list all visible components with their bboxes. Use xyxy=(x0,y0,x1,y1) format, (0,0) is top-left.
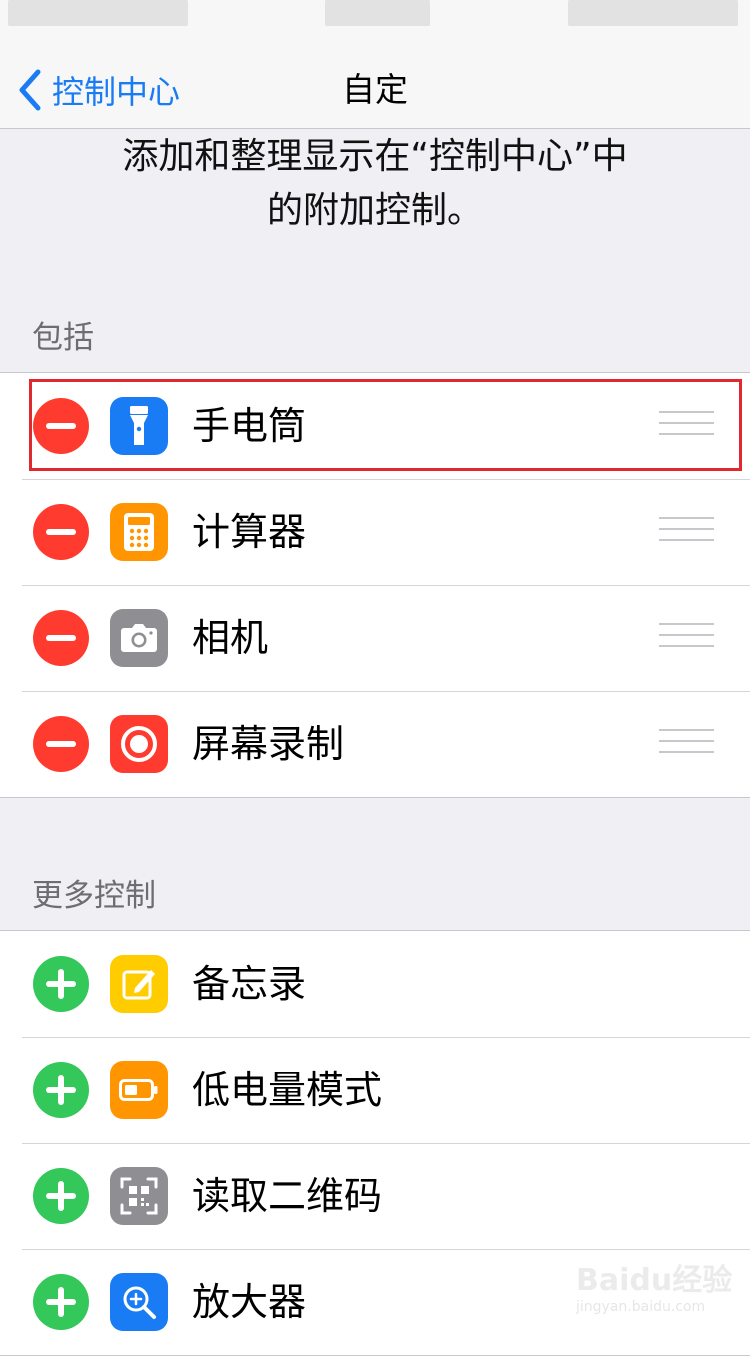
watermark-logo: Baidu经验 xyxy=(576,1263,733,1298)
baidu-watermark: Baidu经验 jingyan.baidu.com xyxy=(576,1255,736,1325)
minus-icon xyxy=(46,529,76,535)
status-bar-blurred-left xyxy=(8,0,188,26)
reorder-handle[interactable] xyxy=(659,623,714,653)
list-item-label: 低电量模式 xyxy=(192,1068,383,1112)
remove-camera-button[interactable] xyxy=(33,610,89,666)
add-notes-button[interactable] xyxy=(33,956,89,1012)
reorder-handle[interactable] xyxy=(659,411,714,441)
list-item-low-power-mode: 低电量模式 xyxy=(0,1037,750,1143)
list-item-qr-code: 读取二维码 xyxy=(0,1143,750,1249)
add-magnifier-button[interactable] xyxy=(33,1274,89,1330)
reorder-handle[interactable] xyxy=(659,729,714,759)
description: 添加和整理显示在“控制中心”中 的附加控制。 xyxy=(60,130,690,238)
minus-icon xyxy=(46,423,76,429)
screen-record-icon xyxy=(110,715,168,773)
plus-icon xyxy=(46,969,76,999)
qr-code-icon xyxy=(110,1167,168,1225)
flashlight-icon xyxy=(110,397,168,455)
status-bar-blurred-center xyxy=(325,0,430,26)
status-bar-blurred-right xyxy=(568,0,738,26)
minus-icon xyxy=(46,741,76,747)
list-item-notes: 备忘录 xyxy=(0,931,750,1037)
camera-icon xyxy=(110,609,168,667)
section-header-more-controls: 更多控制 xyxy=(32,878,156,914)
plus-icon xyxy=(46,1287,76,1317)
list-item-label: 相机 xyxy=(192,616,269,660)
minus-icon xyxy=(46,635,76,641)
remove-calculator-button[interactable] xyxy=(33,504,89,560)
navigation-bar: 控制中心 自定 xyxy=(0,55,750,129)
notes-icon xyxy=(110,955,168,1013)
list-item-label: 备忘录 xyxy=(192,962,307,1006)
description-line-1: 添加和整理显示在“控制中心”中 xyxy=(122,136,628,177)
reorder-handle[interactable] xyxy=(659,517,714,547)
magnifier-icon xyxy=(110,1273,168,1331)
included-controls-list: 手电筒 计算器 相机 屏幕录制 xyxy=(0,372,750,798)
list-item-label: 屏幕录制 xyxy=(192,722,345,766)
plus-icon xyxy=(46,1181,76,1211)
list-item-camera: 相机 xyxy=(0,585,750,691)
section-header-included: 包括 xyxy=(32,320,94,356)
low-power-icon xyxy=(110,1061,168,1119)
status-bar xyxy=(0,0,750,55)
list-item-calculator: 计算器 xyxy=(0,479,750,585)
list-item-label: 放大器 xyxy=(192,1280,307,1324)
description-line-2: 的附加控制。 xyxy=(266,190,483,231)
watermark-url: jingyan.baidu.com xyxy=(576,1299,706,1315)
page-title: 自定 xyxy=(342,70,408,109)
add-qr-code-button[interactable] xyxy=(33,1168,89,1224)
plus-icon xyxy=(46,1075,76,1105)
calculator-icon xyxy=(110,503,168,561)
list-item-screen-recording: 屏幕录制 xyxy=(0,691,750,797)
list-item-label: 手电筒 xyxy=(192,404,307,448)
add-low-power-mode-button[interactable] xyxy=(33,1062,89,1118)
remove-screen-recording-button[interactable] xyxy=(33,716,89,772)
list-item-flashlight: 手电筒 xyxy=(0,373,750,479)
list-item-label: 计算器 xyxy=(192,510,307,554)
list-item-label: 读取二维码 xyxy=(192,1174,383,1218)
remove-flashlight-button[interactable] xyxy=(33,398,89,454)
